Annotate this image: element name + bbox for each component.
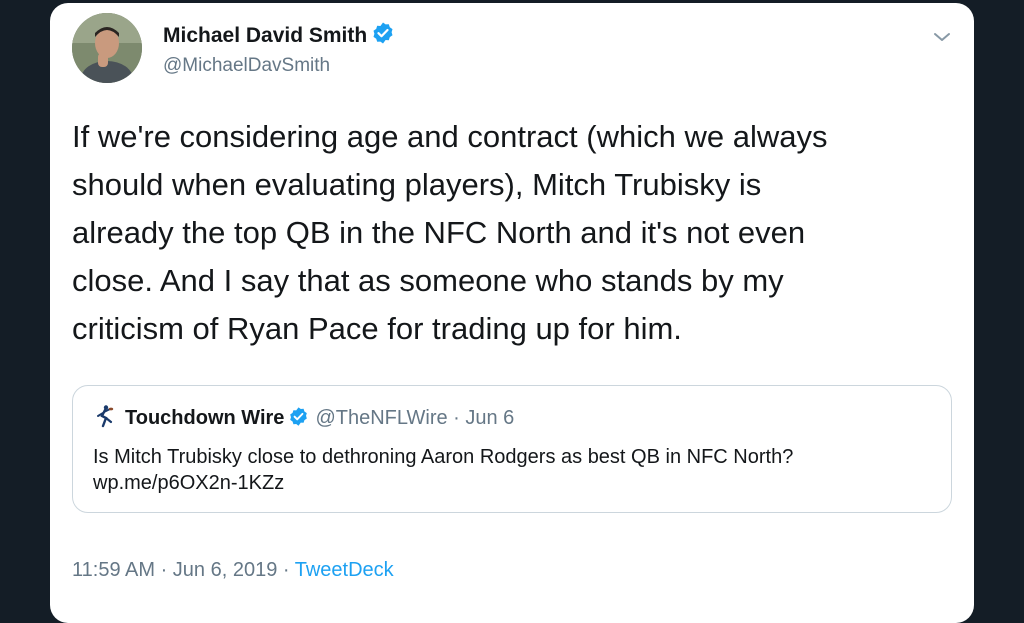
quoted-tweet-text: Is Mitch Trubisky close to dethroning Aa… [93, 446, 794, 494]
touchdown-wire-logo-icon [93, 404, 117, 434]
chevron-down-icon[interactable] [930, 25, 954, 49]
author-handle[interactable]: @MichaelDavSmith [163, 55, 330, 77]
verified-badge-icon [371, 21, 395, 51]
tweet-text: If we're considering age and contract (w… [72, 119, 828, 346]
tweet-card: Michael David Smith @MichaelDavSmith If … [50, 3, 974, 623]
quoted-tweet-header: Touchdown Wire @TheNFLWire · Jun 6 [93, 404, 514, 434]
avatar[interactable] [72, 13, 142, 83]
author-name-label[interactable]: Michael David Smith [163, 24, 367, 47]
tweet-meta: 11:59 AM · Jun 6, 2019 · TweetDeck [72, 559, 394, 582]
verified-badge-icon [288, 406, 309, 433]
quoted-author-name[interactable]: Touchdown Wire [125, 407, 284, 429]
quoted-tweet[interactable]: Touchdown Wire @TheNFLWire · Jun 6 Is Mit… [72, 385, 952, 513]
tweet-timestamp[interactable]: 11:59 AM · Jun 6, 2019 · [72, 559, 295, 581]
tweet-source-link[interactable]: TweetDeck [295, 559, 394, 581]
quoted-author-handle-date: @TheNFLWire · Jun 6 [315, 407, 515, 429]
author-name[interactable]: Michael David Smith [163, 21, 395, 51]
